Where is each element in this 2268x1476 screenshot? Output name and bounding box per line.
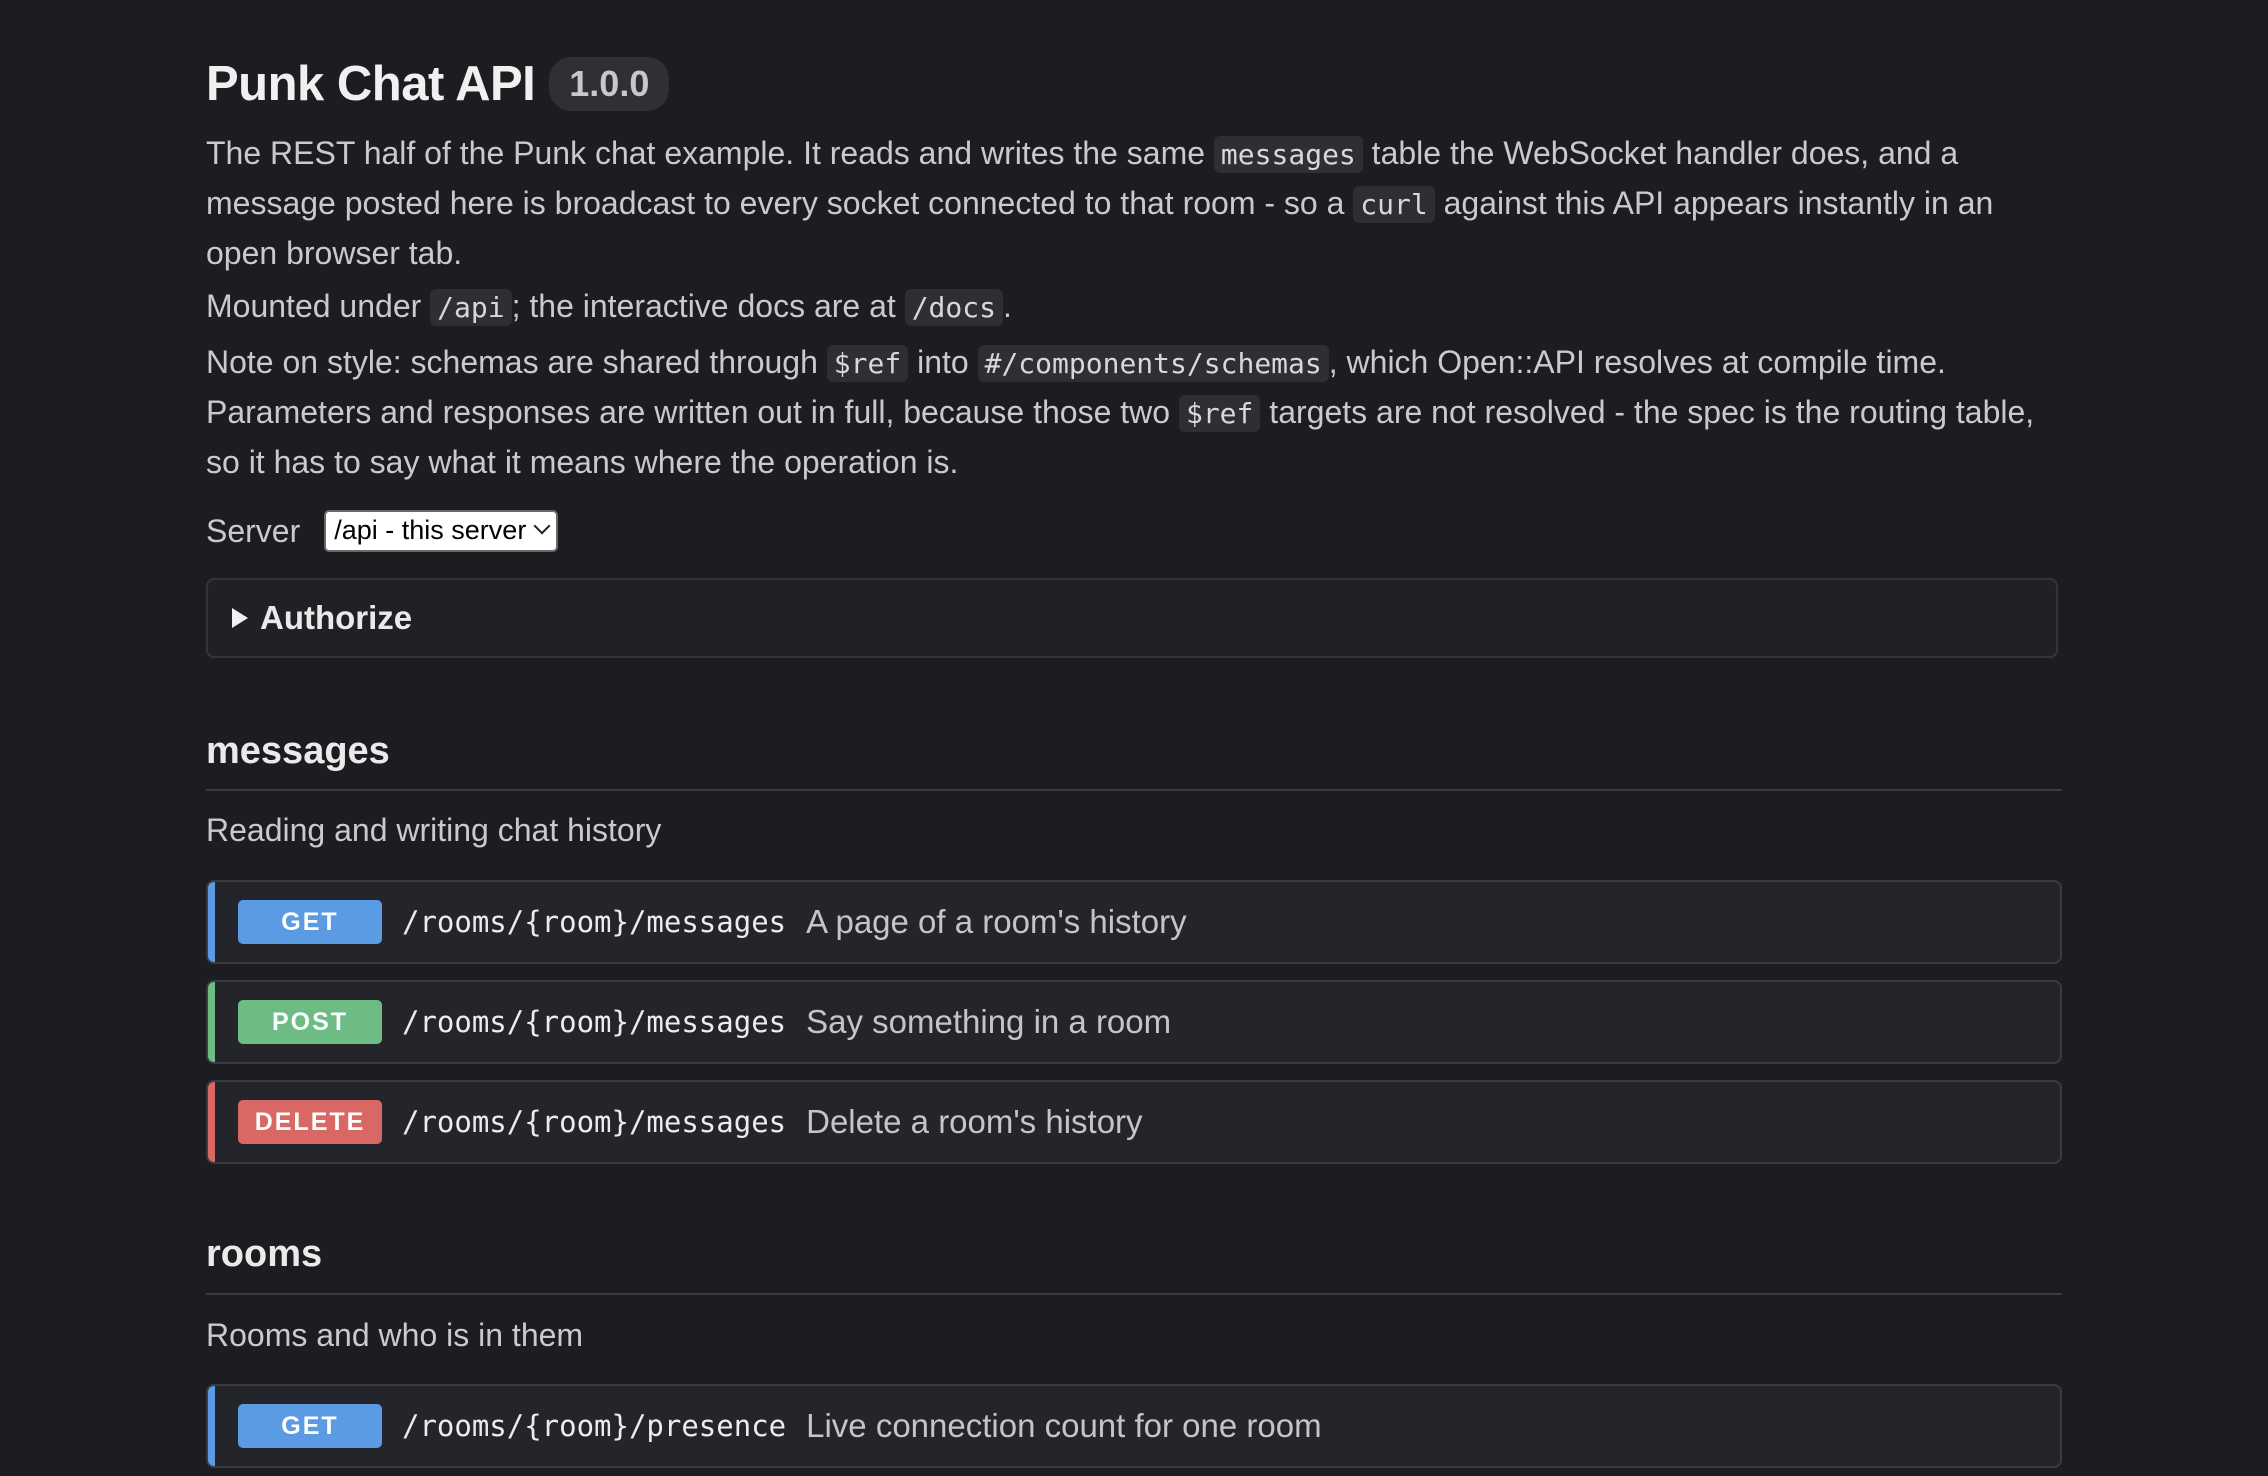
- method-stripe: [208, 882, 215, 962]
- method-stripe: [208, 1386, 215, 1466]
- code-docs: /docs: [904, 289, 1003, 326]
- operation-summary: A page of a room's history: [806, 903, 1187, 940]
- code-api: /api: [430, 289, 512, 326]
- code-curl: curl: [1353, 186, 1435, 223]
- chevron-down-icon: [533, 517, 551, 535]
- server-label: Server: [206, 512, 301, 549]
- code-ref: $ref: [826, 345, 909, 382]
- server-select-value: /api - this server: [334, 515, 527, 545]
- desc-text: The REST half of the Punk chat example. …: [206, 135, 1214, 171]
- operation-get-presence[interactable]: GET /rooms/{room}/presence Live connecti…: [206, 1384, 2062, 1468]
- method-stripe: [208, 982, 215, 1062]
- section-description-rooms: Rooms and who is in them: [206, 1317, 584, 1353]
- method-badge-delete: DELETE: [238, 1100, 382, 1144]
- server-select[interactable]: /api - this server: [324, 510, 559, 552]
- description-paragraph-3: Note on style: schemas are shared throug…: [206, 338, 2062, 486]
- method-badge-get: GET: [238, 1404, 382, 1448]
- operation-path: /rooms/{room}/messages: [402, 1105, 787, 1139]
- operation-path: /rooms/{room}/messages: [402, 1005, 787, 1039]
- method-stripe: [208, 1082, 215, 1162]
- code-messages: messages: [1213, 136, 1363, 173]
- desc-text: ; the interactive docs are at: [511, 288, 905, 324]
- method-badge-post: POST: [238, 1000, 382, 1044]
- version-badge: 1.0.0: [549, 57, 670, 111]
- code-ref: $ref: [1178, 395, 1261, 432]
- page-title: Punk Chat API: [206, 57, 536, 111]
- desc-text: .: [1002, 288, 1012, 324]
- section-title-messages[interactable]: messages: [206, 730, 390, 773]
- operation-summary: Live connection count for one room: [806, 1407, 1322, 1444]
- method-badge-get: GET: [238, 900, 382, 944]
- section-divider: [206, 789, 2062, 791]
- operation-delete-messages[interactable]: DELETE /rooms/{room}/messages Delete a r…: [206, 1080, 2062, 1164]
- operation-summary: Delete a room's history: [806, 1103, 1143, 1140]
- desc-text: into: [908, 344, 978, 380]
- operation-get-messages[interactable]: GET /rooms/{room}/messages A page of a r…: [206, 880, 2062, 964]
- operation-path: /rooms/{room}/presence: [402, 1409, 787, 1443]
- expand-triangle-icon: [232, 608, 248, 628]
- operation-path: /rooms/{room}/messages: [402, 905, 787, 939]
- description-paragraph-1: The REST half of the Punk chat example. …: [206, 129, 2062, 277]
- section-description-messages: Reading and writing chat history: [206, 812, 662, 848]
- page: Punk Chat API 1.0.0 The REST half of the…: [0, 0, 2268, 1476]
- header: Punk Chat API 1.0.0: [206, 52, 670, 116]
- code-components-schemas: #/components/schemas: [977, 345, 1329, 382]
- section-title-rooms[interactable]: rooms: [206, 1233, 322, 1276]
- desc-text: Note on style: schemas are shared throug…: [206, 344, 827, 380]
- operation-summary: Say something in a room: [806, 1003, 1172, 1040]
- operation-post-messages[interactable]: POST /rooms/{room}/messages Say somethin…: [206, 980, 2062, 1064]
- server-row: Server /api - this server: [206, 510, 559, 552]
- authorize-toggle[interactable]: Authorize: [206, 578, 2058, 658]
- desc-text: Mounted under: [206, 288, 431, 324]
- authorize-label: Authorize: [260, 599, 413, 636]
- section-divider: [206, 1293, 2062, 1295]
- description-paragraph-2: Mounted under /api; the interactive docs…: [206, 282, 2062, 332]
